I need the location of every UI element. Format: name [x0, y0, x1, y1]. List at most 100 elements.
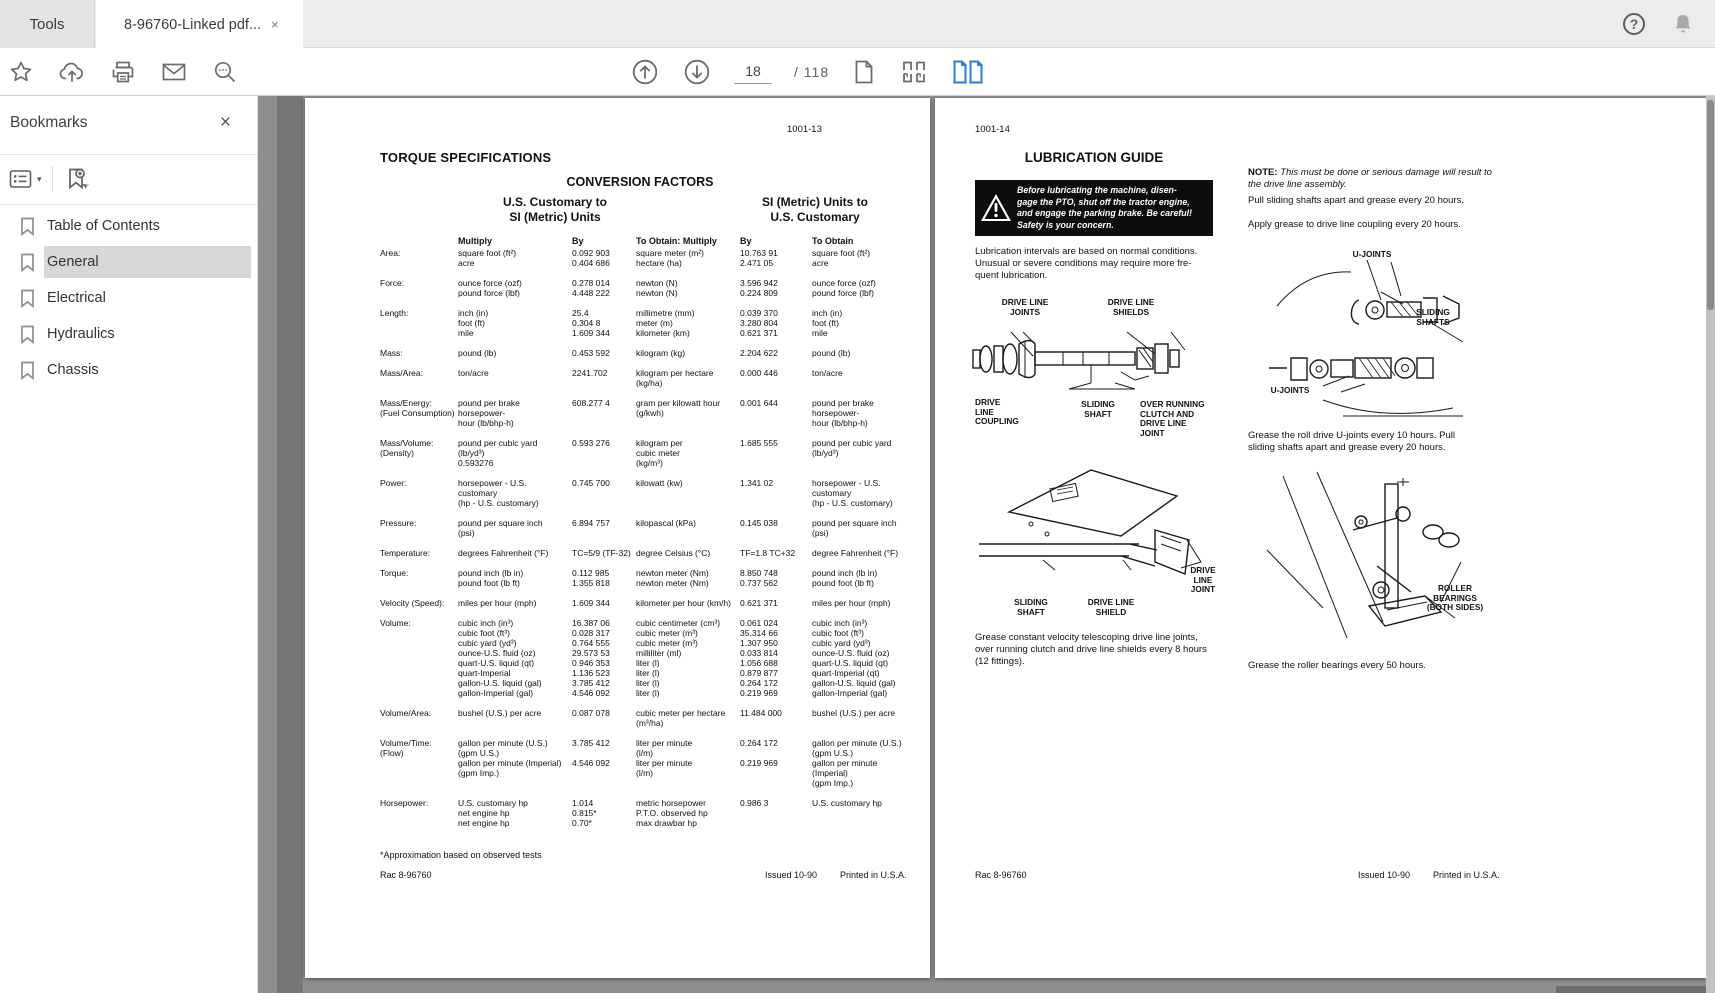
- scrollbar-thumb[interactable]: [1707, 100, 1714, 310]
- table-row: Mass/Area: ton/acre 2241.702 kilogram per h…: [380, 368, 915, 388]
- table-cell: pound per brake horsepower- hour (lb/bhp…: [458, 398, 520, 428]
- table-cell: 608.277 4: [572, 398, 610, 408]
- next-page-icon[interactable]: [682, 57, 712, 87]
- bookmark-options-icon[interactable]: [8, 167, 34, 191]
- table-cell: 0.621 371: [740, 598, 778, 608]
- vertical-scrollbar[interactable]: [1706, 96, 1715, 993]
- table-cell: 3.785 412 4.546 092: [572, 738, 610, 768]
- table-cell: miles per hour (mph): [458, 598, 537, 608]
- table-cell: square foot (ft²) acre: [458, 248, 517, 268]
- divider: [0, 154, 257, 155]
- bookmarks-list: Table of Contents General Electrical Hyd…: [0, 208, 257, 388]
- diagram-label: SLIDING SHAFT: [1081, 399, 1115, 419]
- print-icon[interactable]: [110, 59, 136, 85]
- close-tab-icon[interactable]: ×: [271, 17, 279, 32]
- divider: [0, 204, 257, 205]
- tab-tools[interactable]: Tools: [0, 0, 95, 48]
- diagram-label: DRIVE LINE SHIELDS: [1107, 297, 1155, 317]
- table-row: Volume/Time: (Flow) gallon per minute (U.…: [380, 738, 915, 788]
- table-cell: 11.484 000: [740, 708, 782, 718]
- table-cell: millimetre (mm) meter (m) kilometer (km): [636, 308, 695, 338]
- table-cell: miles per hour (mph): [812, 598, 891, 608]
- table-row: Length: inch (in) foot (ft) mile 25.4 0.30…: [380, 308, 915, 338]
- table-cell: kilogram per hectare (kg/ha): [636, 368, 714, 388]
- scrolling-page-view-icon[interactable]: [899, 58, 929, 86]
- table-cell: 0.061 024 35.314 66 1.307 950 0.033 814 …: [740, 618, 778, 698]
- bookmark-item-chassis[interactable]: Chassis: [0, 352, 257, 388]
- previous-page-icon[interactable]: [630, 57, 660, 87]
- table-cell: 1.609 344: [572, 598, 610, 608]
- expand-current-bookmark-icon[interactable]: [63, 165, 91, 193]
- diagram-label: SLIDING SHAFT: [1014, 597, 1048, 617]
- table-cell: 0.745 700: [572, 478, 610, 488]
- table-cell: 0.278 014 4.448 222: [572, 278, 610, 298]
- table-cell: pound per cubic yard (lb/yd³) 0.593276: [458, 438, 538, 468]
- table-row: Mass/Energy: (Fuel Consumption) pound per…: [380, 398, 915, 428]
- table-row: Force: ounce force (ozf) pound force (lbf…: [380, 278, 915, 298]
- table-header-cell: To Obtain: Multiply: [636, 236, 717, 246]
- chevron-down-icon[interactable]: ▾: [37, 174, 42, 185]
- table-cell: cubic meter per hectare (m³/ha): [636, 708, 726, 728]
- table-cell: 3.596 942 0.224 809: [740, 278, 778, 298]
- footer-doc-number: Rac 8-96760: [380, 870, 432, 880]
- table-cell: 0.112 985 1.355 818: [572, 568, 610, 588]
- bookmark-icon: [20, 361, 35, 380]
- email-icon[interactable]: [160, 60, 188, 84]
- row-category: Volume/Area:: [380, 708, 432, 718]
- diagram-label: DRIVE LINE JOINT: [1190, 565, 1216, 594]
- bookmark-item-table-of-contents[interactable]: Table of Contents: [0, 208, 257, 244]
- bookmarks-panel: Bookmarks × ▾ Table of Contents General …: [0, 96, 258, 993]
- diagram-label: SLIDING SHAFTS: [1416, 307, 1450, 327]
- horizontal-scrollbar[interactable]: [1556, 986, 1706, 993]
- page-title: TORQUE SPECIFICATIONS: [380, 150, 552, 165]
- table-row: Velocity (Speed): miles per hour (mph) 1.6…: [380, 598, 915, 608]
- row-category: Pressure:: [380, 518, 417, 528]
- table-header-cell: Multiply: [458, 236, 492, 246]
- bookmark-icon: [20, 217, 35, 236]
- bookmark-item-electrical[interactable]: Electrical: [0, 280, 257, 316]
- cv-joints-paragraph: Grease constant velocity telescoping dri…: [975, 632, 1207, 667]
- table-cell: pound per square inch (psi): [458, 518, 543, 538]
- table-cell: 0.453 592: [572, 348, 610, 358]
- table-cell: TF=1.8 TC+32: [740, 548, 796, 558]
- table-cell: 1.341 02: [740, 478, 774, 488]
- table-cell: 0.986 3: [740, 798, 769, 808]
- table-cell: bushel (U.S.) per acre: [458, 708, 542, 718]
- pdf-page-right: 1001-14 LUBRICATION GUIDE Before lubrica…: [935, 98, 1706, 978]
- table-cell: cubic centimeter (cm³) cubic meter (m³) …: [636, 618, 721, 698]
- bookmark-label: Chassis: [47, 362, 99, 378]
- table-cell: degree Fahrenheit (°F): [812, 548, 899, 558]
- bookmark-label: Table of Contents: [47, 218, 160, 234]
- tab-document[interactable]: 8-96760-Linked pdf... ×: [96, 0, 303, 49]
- row-category: Volume:: [380, 618, 411, 628]
- footer-printed: Printed in U.S.A.: [1433, 870, 1500, 880]
- page-number-input[interactable]: [734, 59, 772, 84]
- row-category: Velocity (Speed):: [380, 598, 445, 608]
- help-icon[interactable]: ?: [1623, 13, 1645, 35]
- diagram-label: DRIVE LINE COUPLING: [975, 397, 1019, 426]
- two-page-view-icon[interactable]: [951, 58, 985, 86]
- table-cell: 0.593 276: [572, 438, 610, 448]
- drive-line-assembly-diagram: [971, 320, 1211, 400]
- cloud-upload-icon[interactable]: [58, 59, 86, 85]
- bell-icon[interactable]: [1671, 12, 1695, 36]
- table-cell: gram per kilowatt hour (g/kwh): [636, 398, 721, 418]
- bookmark-label: General: [47, 254, 99, 270]
- single-page-view-icon[interactable]: [851, 58, 877, 86]
- table-row: Power: horsepower - U.S. customary (hp - …: [380, 478, 915, 508]
- row-category: Area:: [380, 248, 401, 258]
- table-cell: U.S. customary hp: [812, 798, 882, 808]
- table-cell: square meter (m²) hectare (ha): [636, 248, 705, 268]
- table-cell: gallon per minute (U.S.) (gpm U.S.) gall…: [812, 738, 902, 788]
- page-folio: 1001-14: [975, 124, 1010, 135]
- close-panel-icon[interactable]: ×: [220, 112, 231, 134]
- canvas-left-gutter: [277, 96, 303, 993]
- diagram-label: DRIVE LINE JOINTS: [1001, 297, 1049, 317]
- table-cell: pound (lb): [812, 348, 851, 358]
- bookmark-item-hydraulics[interactable]: Hydraulics: [0, 316, 257, 352]
- conversion-table: Multiply By To Obtain: Multiply By To Ob…: [380, 236, 915, 838]
- zoom-options-icon[interactable]: [212, 59, 238, 85]
- warning-text: Before lubricating the machine, disen- g…: [1017, 185, 1193, 230]
- bookmark-item-general[interactable]: General: [0, 244, 257, 280]
- favorites-star-icon[interactable]: [8, 59, 34, 85]
